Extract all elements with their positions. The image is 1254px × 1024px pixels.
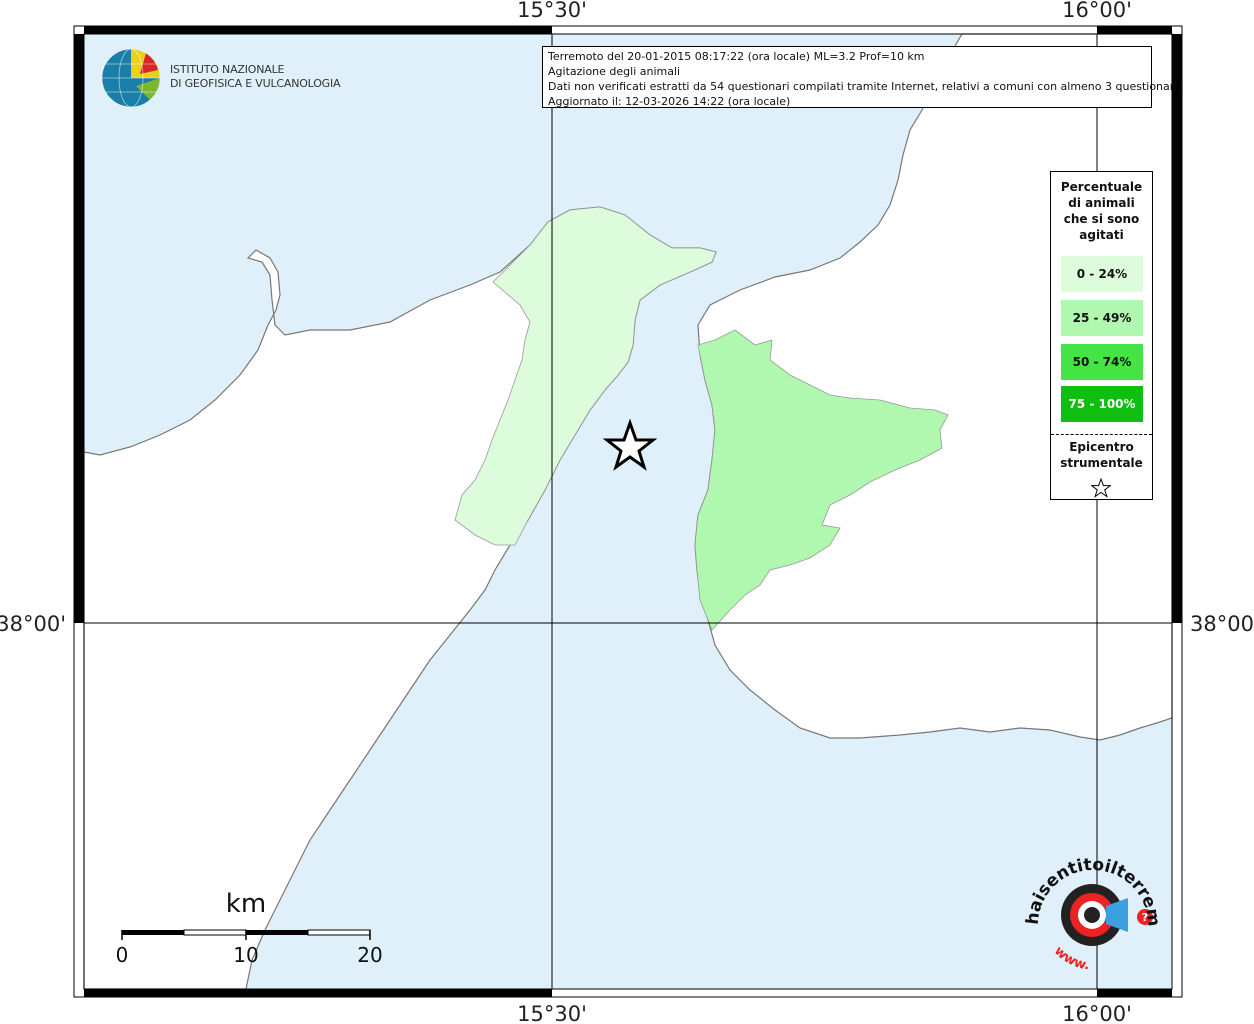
legend-class-1: 25 - 49% xyxy=(1061,300,1143,336)
event-info-line2: Agitazione degli animali xyxy=(548,65,681,78)
scalebar-tick-20: 20 xyxy=(357,943,382,967)
ingv-logo-line2: DI GEOFISICA E VULCANOLOGIA xyxy=(170,77,341,90)
axis-bottom-1530: 15°30' xyxy=(517,1002,587,1024)
legend-title-line2: di animali xyxy=(1068,196,1135,210)
frame-left xyxy=(74,34,84,623)
axis-top-1530: 15°30' xyxy=(517,0,587,22)
frame-bottom-a xyxy=(84,989,552,997)
event-info-line4: Aggiornato il: 12-03-2026 14:22 (ora loc… xyxy=(548,95,791,108)
ingv-logo-text: ISTITUTO NAZIONALE DI GEOFISICA E VULCAN… xyxy=(170,63,341,91)
legend-separator xyxy=(1051,434,1152,435)
legend-title-line4: agitati xyxy=(1079,228,1124,242)
event-info-line1: Terremoto del 20-01-2015 08:17:22 (ora l… xyxy=(548,50,925,63)
legend-class-3: 75 - 100% xyxy=(1061,386,1143,422)
scalebar-tick-0: 0 xyxy=(116,943,129,967)
event-info-box: Terremoto del 20-01-2015 08:17:22 (ora l… xyxy=(542,46,1181,108)
legend-class-2: 50 - 74% xyxy=(1061,344,1143,380)
event-info-line3: Dati non verificati estratti da 54 quest… xyxy=(548,80,1181,93)
intensity-map: 15°30' 16°00' 15°30' 16°00' 38°00' 38°00… xyxy=(0,0,1254,1024)
axis-left-lat: 38°00' xyxy=(0,612,66,636)
legend-epicenter-line2: strumentale xyxy=(1060,456,1143,470)
scalebar-tick-10: 10 xyxy=(233,943,258,967)
legend-epicenter-line1: Epicentro xyxy=(1069,440,1134,454)
ingv-logo-line1: ISTITUTO NAZIONALE xyxy=(170,63,285,76)
legend-title: Percentuale di animali che si sono agita… xyxy=(1051,179,1152,243)
ingv-logo-icon xyxy=(101,48,161,108)
axis-right-lat: 38°00' xyxy=(1190,612,1254,636)
frame-top-b xyxy=(1097,26,1172,34)
legend: Percentuale di animali che si sono agita… xyxy=(1050,171,1153,500)
legend-title-line3: che si sono xyxy=(1063,212,1140,226)
axis-bottom-1600: 16°00' xyxy=(1062,1002,1132,1024)
frame-top-a xyxy=(84,26,552,34)
frame-bottom-b xyxy=(1097,989,1172,997)
legend-class-0: 0 - 24% xyxy=(1061,256,1143,292)
frame-right xyxy=(1172,34,1182,623)
axis-top-1600: 16°00' xyxy=(1062,0,1132,22)
legend-title-line1: Percentuale xyxy=(1060,180,1143,194)
legend-star-icon xyxy=(1091,478,1111,498)
legend-epicenter-label: Epicentro strumentale xyxy=(1051,439,1152,471)
scalebar-unit: km xyxy=(226,889,266,919)
